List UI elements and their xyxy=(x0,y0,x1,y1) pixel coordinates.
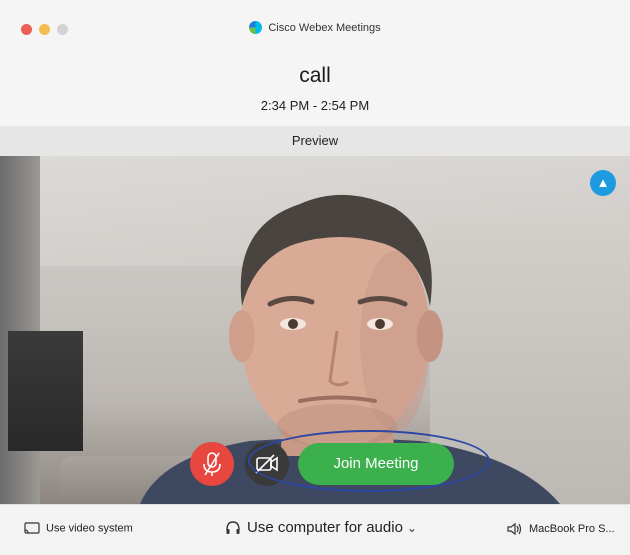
cast-screen-icon xyxy=(24,522,40,534)
meeting-title: call xyxy=(299,64,331,87)
use-video-system-label: Use video system xyxy=(46,522,133,535)
microphone-muted-icon xyxy=(203,452,221,476)
mute-button[interactable] xyxy=(190,442,234,486)
webex-window: Cisco Webex Meetings call 2:34 PM - 2:54… xyxy=(0,0,630,555)
meeting-header: call 2:34 PM - 2:54 PM xyxy=(0,56,630,126)
title-bar: Cisco Webex Meetings xyxy=(0,0,630,56)
share-screen-icon[interactable]: ▲ xyxy=(590,170,616,196)
bottom-bar: Use video system Use computer for audio ⌄… xyxy=(0,504,630,555)
use-video-system-button[interactable]: Use video system xyxy=(24,522,133,535)
app-title-text: Cisco Webex Meetings xyxy=(268,22,381,34)
audio-source-dropdown[interactable]: Use computer for audio ⌄ xyxy=(225,519,417,536)
chevron-down-icon: ⌄ xyxy=(406,521,417,535)
speaker-label: MacBook Pro S... xyxy=(529,522,615,535)
headphones-icon xyxy=(226,521,240,535)
webex-logo-icon xyxy=(249,21,263,34)
preview-label: Preview xyxy=(0,126,630,156)
video-off-icon xyxy=(255,454,278,474)
app-title: Cisco Webex Meetings xyxy=(0,21,630,34)
meeting-time: 2:34 PM - 2:54 PM xyxy=(260,98,370,113)
preview-controls: Join Meeting xyxy=(0,440,630,490)
audio-source-label: Use computer for audio xyxy=(247,519,403,536)
speaker-icon xyxy=(507,522,522,536)
speaker-select-button[interactable]: MacBook Pro S... xyxy=(507,522,615,536)
video-toggle-button[interactable] xyxy=(245,442,289,486)
join-meeting-button[interactable]: Join Meeting xyxy=(298,443,454,485)
